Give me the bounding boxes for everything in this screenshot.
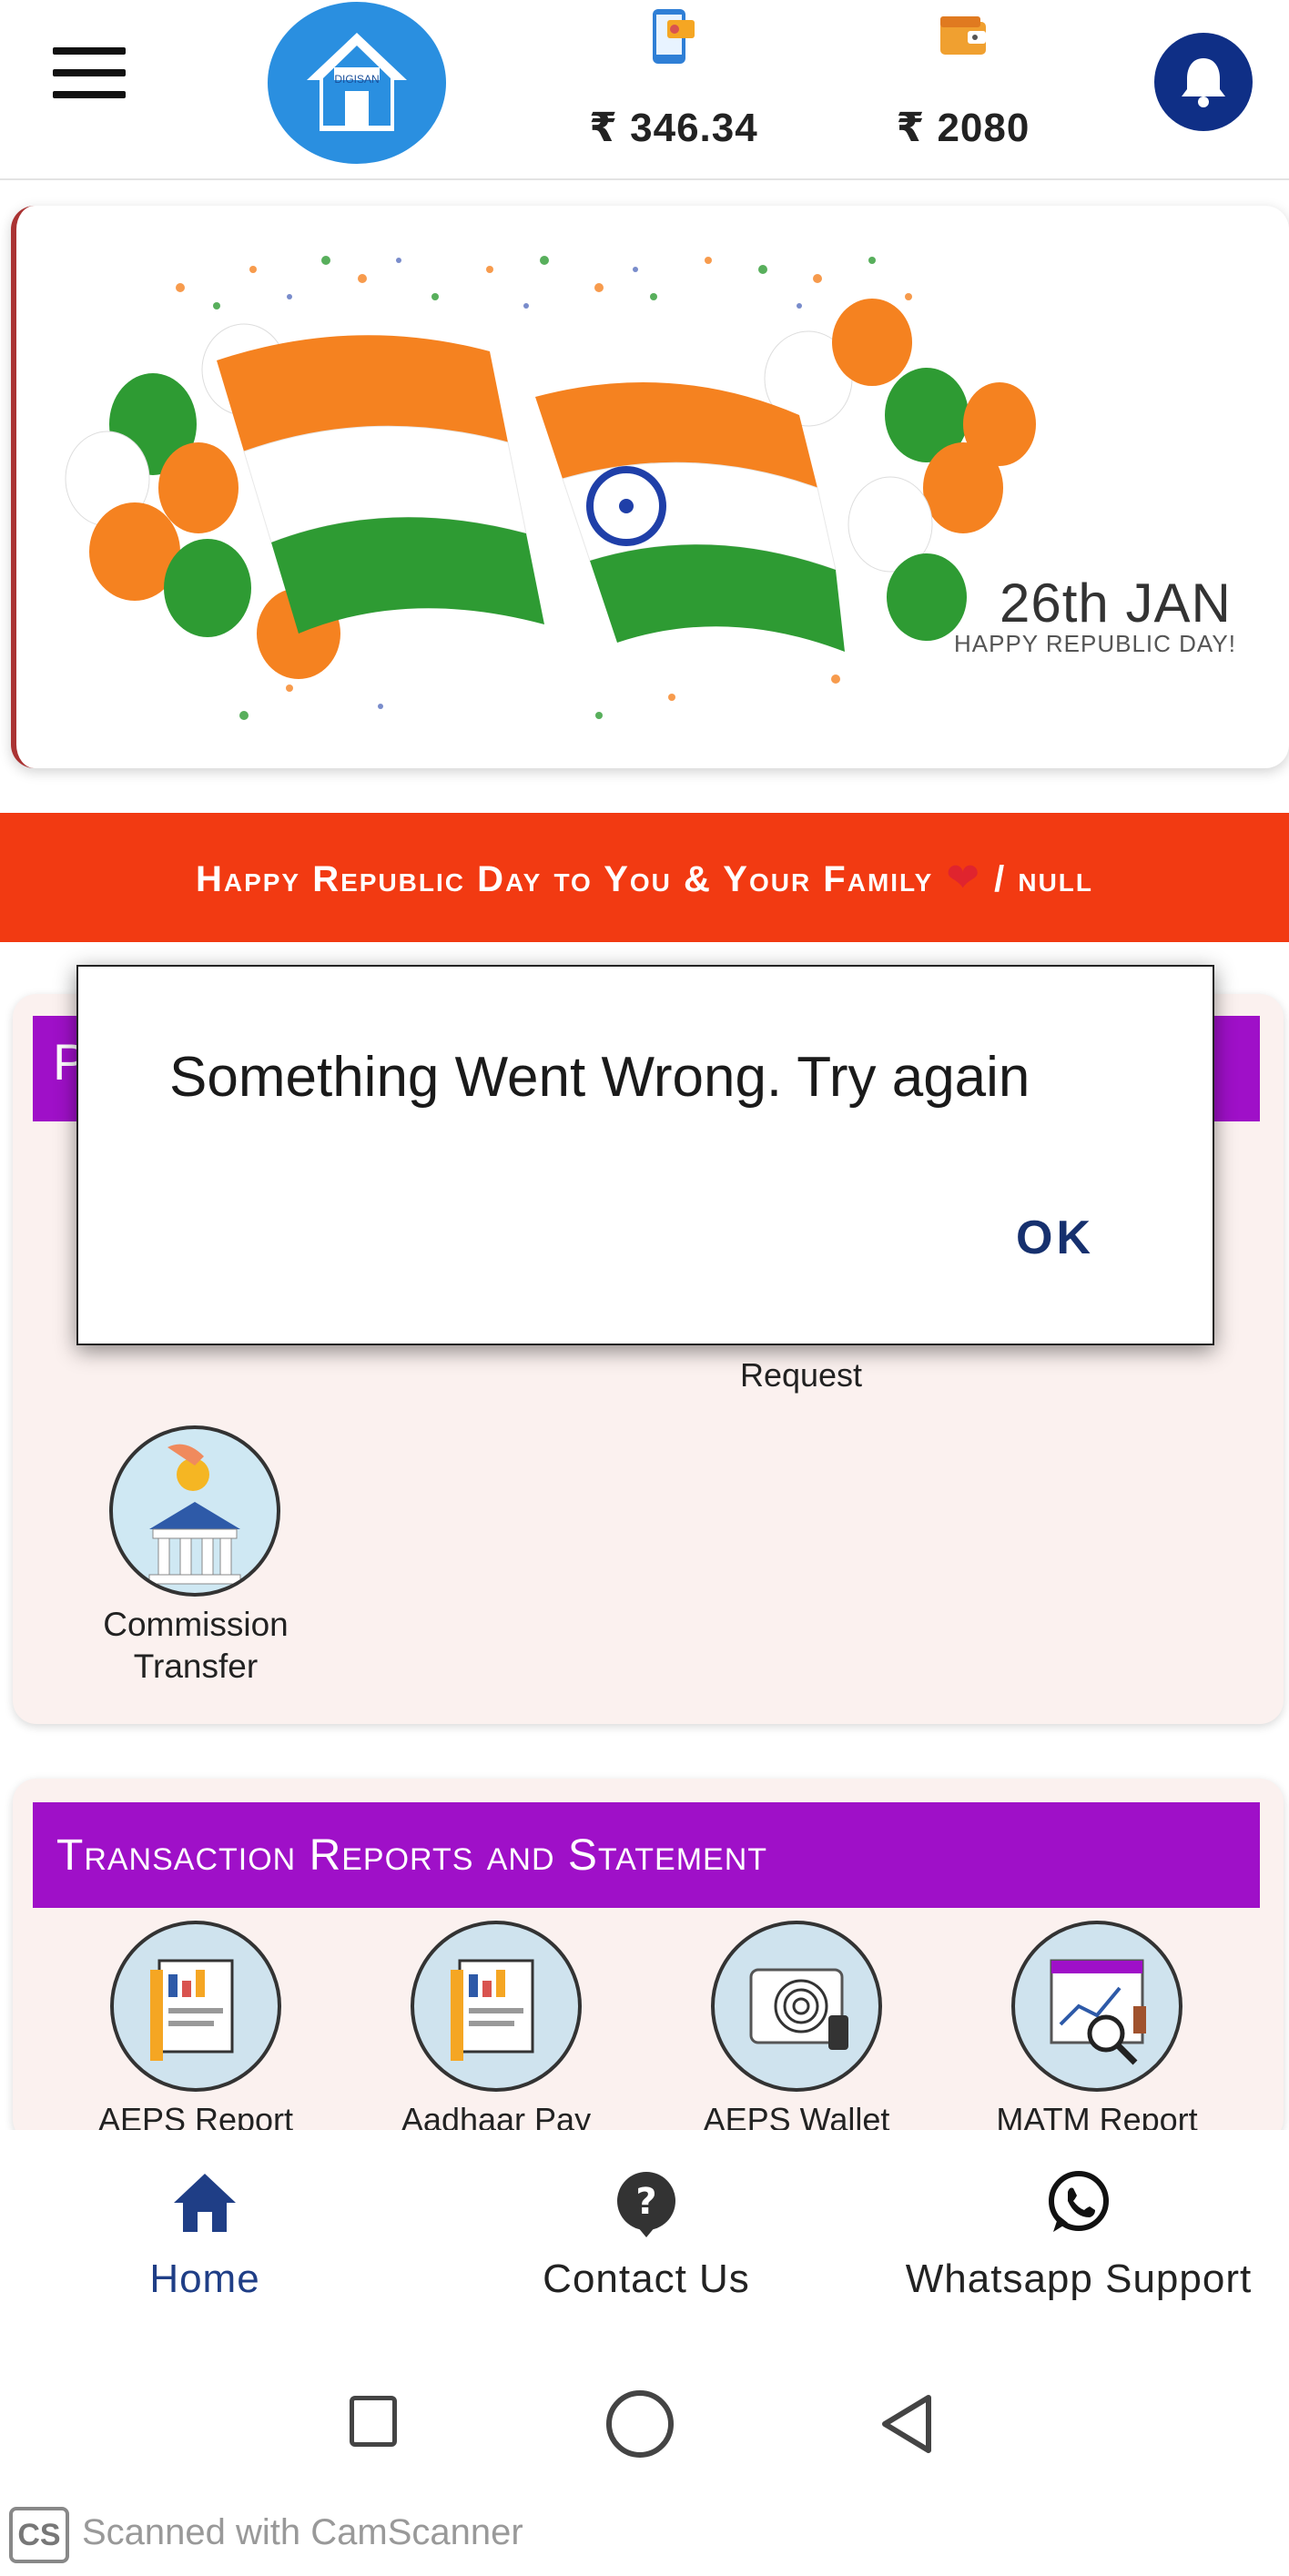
- aeps-wallet[interactable]: ₹ 2080: [863, 4, 1063, 151]
- heart-icon: ❤: [946, 855, 982, 900]
- nav-home[interactable]: Home: [100, 2166, 310, 2302]
- document-chart-icon: [150, 1959, 234, 2061]
- bottom-navigation: Home ? Contact Us Whatsapp Support: [0, 2130, 1289, 2345]
- error-message: Something Went Wrong. Try again: [169, 1046, 1030, 1109]
- svg-text:?: ?: [635, 2181, 656, 2223]
- android-nav-bar: [0, 2345, 1289, 2500]
- nav-whatsapp-support[interactable]: Whatsapp Support: [874, 2166, 1284, 2302]
- analytics-search-icon: [1050, 1959, 1146, 2065]
- ticker-suffix: / null: [994, 858, 1094, 899]
- main-wallet[interactable]: ₹ 346.34: [573, 4, 774, 151]
- home-system-button[interactable]: [606, 2390, 674, 2458]
- mobile-wallet-icon: [653, 9, 695, 64]
- ticker-text: Happy Republic Day to You & Your Family ❤…: [196, 855, 1093, 901]
- report-document-icon: [110, 1921, 281, 2092]
- flag-balloons-illustration: [65, 256, 1036, 720]
- whatsapp-icon: [1049, 2171, 1109, 2232]
- document-chart-icon: [451, 1959, 534, 2061]
- aeps-wallet-balance: ₹ 2080: [896, 106, 1030, 150]
- republic-day-banner[interactable]: 26th JAN HAPPY REPUBLIC DAY!: [11, 206, 1289, 768]
- home-icon: [174, 2174, 236, 2232]
- matm-report-item[interactable]: MATM Report: [947, 1921, 1247, 2139]
- report-document-icon: [411, 1921, 582, 2092]
- banner-subtitle: HAPPY REPUBLIC DAY!: [954, 630, 1236, 657]
- bell-icon: [1182, 58, 1225, 107]
- magnifier-report-icon: [1011, 1921, 1182, 2092]
- nav-home-label: Home: [149, 2257, 260, 2301]
- recent-apps-button[interactable]: [350, 2396, 397, 2447]
- app-header: DIGISAN ₹ 346.34 ₹ 2080: [0, 0, 1289, 180]
- camscanner-logo: CS: [9, 2507, 69, 2563]
- fingerprint-icon: [749, 1968, 848, 2050]
- logo-text: DIGISAN: [334, 73, 380, 86]
- bank-coin-icon: [148, 1444, 241, 1585]
- camscanner-watermark: Scanned with CamScanner: [82, 2512, 523, 2552]
- notification-button[interactable]: [1154, 33, 1253, 131]
- commission-label-line1: Commission: [103, 1606, 289, 1643]
- error-dialog: Something Went Wrong. Try again OK: [76, 965, 1214, 1345]
- main-wallet-balance: ₹ 346.34: [589, 106, 758, 150]
- commission-label-line2: Transfer: [133, 1648, 259, 1685]
- ticker-message: Happy Republic Day to You & Your Family: [195, 858, 934, 899]
- nav-contact-us[interactable]: ? Contact Us: [510, 2166, 783, 2302]
- banner-date: 26th JAN: [1000, 573, 1232, 634]
- aeps-wallet-item[interactable]: AEPS Wallet: [646, 1921, 947, 2139]
- ok-button[interactable]: OK: [1016, 1211, 1094, 1265]
- partial-service-label[interactable]: Request: [710, 1356, 892, 1394]
- reports-section-title: Transaction Reports and Statement: [56, 1831, 768, 1880]
- reports-section-header: Transaction Reports and Statement: [33, 1802, 1260, 1908]
- wallet-icon: [940, 16, 986, 55]
- aeps-report-item[interactable]: AEPS Report: [46, 1921, 346, 2139]
- back-system-button[interactable]: [874, 2392, 938, 2456]
- commission-transfer-icon[interactable]: [109, 1425, 280, 1597]
- fingerprint-report-icon: [711, 1921, 882, 2092]
- aadhaar-pay-item[interactable]: Aadhaar Pay: [346, 1921, 646, 2139]
- nav-contact-label: Contact Us: [543, 2257, 750, 2301]
- help-icon: ?: [617, 2172, 675, 2237]
- hamburger-menu-icon[interactable]: [53, 47, 126, 102]
- announcement-ticker: Happy Republic Day to You & Your Family ❤…: [0, 813, 1289, 942]
- nav-whatsapp-label: Whatsapp Support: [905, 2257, 1253, 2301]
- commission-transfer-label[interactable]: Commission Transfer: [55, 1604, 337, 1688]
